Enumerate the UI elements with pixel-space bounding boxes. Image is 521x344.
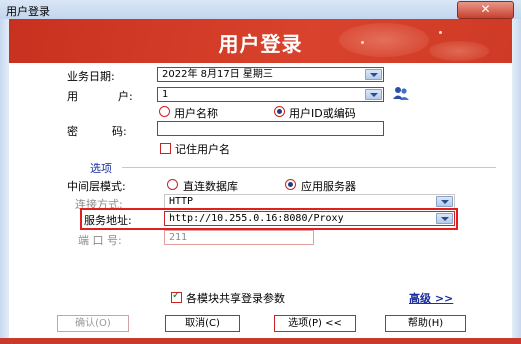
share-login-params-checkbox[interactable]	[171, 290, 182, 303]
password-label: 密	[67, 125, 78, 138]
close-button[interactable]: ✕	[457, 1, 514, 19]
port-label: 端 口 号:	[78, 234, 122, 247]
advanced-link[interactable]: 高级 >>	[409, 290, 453, 306]
business-date-select[interactable]: 2022年 8月17日 星期三	[157, 67, 384, 82]
radio-app-server[interactable]	[285, 179, 296, 190]
radio-user-id-label: 用户ID或编码	[289, 107, 356, 120]
login-banner: 用户登录	[9, 19, 512, 63]
business-date-label: 业务日期:	[67, 70, 115, 83]
radio-user-id[interactable]	[274, 106, 285, 117]
server-address-label: 服务地址:	[84, 214, 132, 227]
user-label-suffix: 户:	[118, 90, 133, 103]
share-login-params-label: 各模块共享登录参数	[186, 292, 285, 305]
server-address-select[interactable]: http://10.255.0.16:8080/Proxy	[164, 211, 455, 226]
window-frame-right	[512, 19, 521, 344]
confirm-button[interactable]: 确认(O)	[57, 315, 129, 332]
window-frame-left	[0, 19, 9, 344]
window-titlebar: 用户登录 ✕	[0, 0, 521, 20]
users-icon[interactable]	[392, 85, 410, 102]
close-icon: ✕	[480, 2, 491, 16]
window-bottom-edge	[0, 338, 521, 344]
radio-user-name[interactable]	[159, 106, 170, 117]
user-label: 用	[67, 90, 78, 103]
password-label-suffix: 码:	[112, 125, 127, 138]
cancel-button[interactable]: 取消(C)	[165, 315, 240, 332]
port-field[interactable]: 211	[164, 230, 314, 245]
password-field[interactable]	[157, 121, 384, 136]
radio-app-server-label: 应用服务器	[301, 180, 356, 193]
chevron-down-icon[interactable]	[365, 69, 382, 80]
window-title: 用户登录	[6, 5, 50, 18]
radio-user-name-label: 用户名称	[174, 107, 218, 120]
chevron-down-icon[interactable]	[365, 89, 382, 100]
chevron-down-icon[interactable]	[436, 213, 453, 224]
connection-method-select[interactable]: HTTP	[164, 194, 455, 209]
business-date-value: 2022年 8月17日 星期三	[162, 69, 273, 80]
banner-title: 用户登录	[218, 32, 303, 56]
user-select[interactable]: 1	[157, 87, 384, 102]
radio-direct-db-label: 直连数据库	[183, 180, 238, 193]
help-button[interactable]: 帮助(H)	[385, 315, 466, 332]
port-value: 211	[169, 232, 188, 243]
chevron-down-icon[interactable]	[436, 196, 453, 207]
options-divider	[122, 167, 496, 168]
user-value: 1	[162, 89, 169, 100]
radio-direct-db[interactable]	[167, 179, 178, 190]
options-section-label: 选项	[90, 162, 112, 175]
remember-user-checkbox[interactable]	[160, 143, 171, 154]
connection-method-value: HTTP	[169, 196, 194, 207]
remember-user-label: 记住用户名	[175, 143, 230, 156]
options-button[interactable]: 选项(P) <<	[274, 315, 356, 332]
middleware-label: 中间层模式:	[67, 180, 126, 193]
server-address-value: http://10.255.0.16:8080/Proxy	[169, 213, 344, 224]
